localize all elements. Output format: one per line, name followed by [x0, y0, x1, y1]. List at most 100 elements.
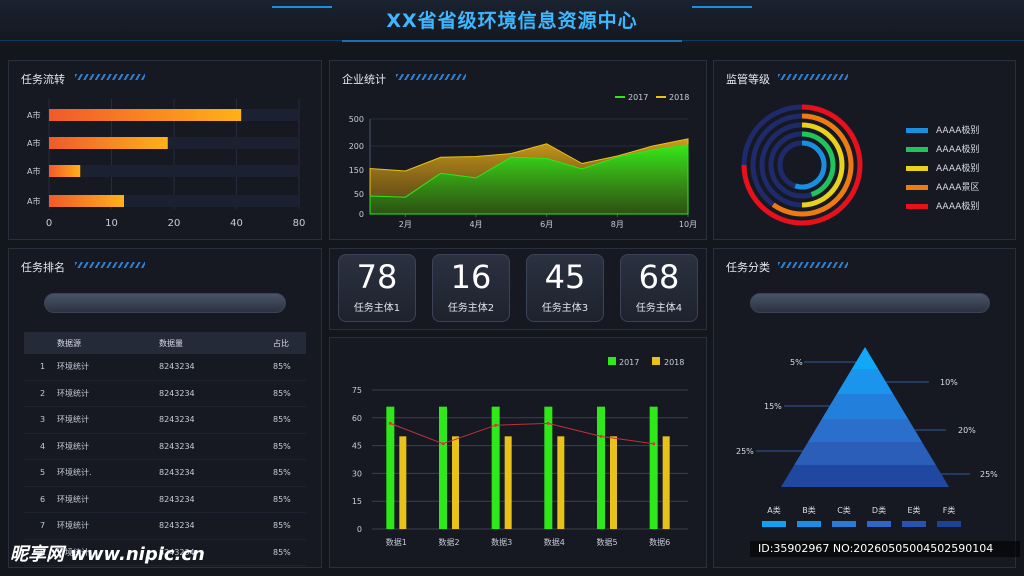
table-row[interactable]: 5 环境统计. 8243234 85% [24, 459, 306, 487]
y-tick-label: 50 [354, 190, 364, 199]
legend-label: 2018 [664, 358, 684, 367]
kpi-label: 任务主体1 [353, 303, 401, 314]
row-ratio: 85% [272, 433, 306, 460]
watermark-id: ID:35902967 NO:20260505004502590104 [750, 541, 1020, 557]
table-row[interactable]: 3 环境统计 8243234 85% [24, 406, 306, 434]
kpi-value: 45 [544, 258, 586, 296]
kpi-value: 16 [450, 258, 492, 296]
row-amount: 8243234 [158, 459, 272, 487]
bar-2017 [649, 406, 658, 529]
kpi-label: 任务主体3 [541, 303, 589, 314]
bar [49, 195, 124, 207]
y-tick-label: 15 [352, 497, 362, 506]
kpi-value: 68 [638, 258, 680, 296]
category-label: A类 [767, 505, 780, 515]
watermark-logo: 昵享网 www.nipic.cn [10, 544, 205, 565]
category-label: B类 [802, 505, 816, 515]
table-row[interactable]: 2 环境统计 8243234 85% [24, 380, 306, 407]
y-tick-label: A市 [27, 196, 40, 206]
trend-point [388, 421, 392, 425]
x-tick-label: 4月 [469, 220, 482, 229]
row-source: 环境统计 [56, 354, 158, 381]
trend-point [652, 442, 656, 446]
row-amount: 8243234 [158, 380, 272, 407]
row-source: 环境统计. [56, 459, 158, 487]
kpi-value: 78 [356, 258, 398, 296]
y-tick-label: 30 [352, 469, 362, 478]
category-swatch [797, 521, 821, 527]
legend-swatch [906, 166, 928, 171]
page-title: XX省省级环境信息资源中心 [386, 10, 638, 32]
column-header-source: 数据源 [56, 332, 158, 354]
y-tick-label: 0 [357, 525, 362, 534]
pyramid-layer [781, 465, 949, 487]
ranking-search-bar[interactable] [44, 293, 286, 313]
row-ratio: 85% [272, 512, 306, 540]
panel-enterprise: 企业统计 0 50 150 200 500 2月 4月 6月 8月 10月 2017 2018 [329, 60, 707, 240]
row-ratio: 85% [272, 380, 306, 407]
table-row[interactable]: 6 环境统计 8243234 85% [24, 486, 306, 513]
trend-point [441, 442, 445, 446]
bar-2018 [662, 436, 670, 529]
kpi-label: 任务主体2 [447, 303, 495, 314]
legend-item: AAAA景区 [906, 180, 979, 193]
bar-2017 [544, 406, 553, 529]
y-tick-label: 45 [352, 442, 362, 451]
row-index: 2 [24, 380, 56, 407]
legend-label: 2017 [628, 93, 648, 102]
row-source: 环境统计 [56, 406, 158, 434]
row-amount: 8243234 [158, 512, 272, 540]
column-header-index [24, 332, 56, 354]
row-ratio: 85% [272, 459, 306, 487]
bar-2017 [439, 406, 447, 529]
y-tick-label: A市 [27, 138, 40, 148]
row-index: 7 [24, 512, 56, 540]
kpi-card[interactable]: 68 任务主体4 [620, 254, 698, 322]
x-tick-label: 6月 [540, 220, 553, 229]
y-tick-label: 60 [352, 414, 362, 423]
bar [49, 109, 242, 121]
row-index: 6 [24, 486, 56, 513]
pyramid-label: 25% [736, 447, 754, 456]
kpi-card[interactable]: 45 任务主体3 [526, 254, 604, 322]
x-tick-label: 数据4 [544, 537, 565, 547]
row-index: 4 [24, 433, 56, 460]
pyramid-layer [794, 442, 936, 465]
x-tick-label: 数据3 [491, 537, 512, 547]
legend-swatch [906, 147, 928, 152]
legend-item: AAAA极别 [906, 161, 979, 174]
row-amount: 8243234 [158, 486, 272, 513]
x-tick-label: 10月 [679, 220, 697, 229]
title-decoration [75, 262, 145, 268]
y-tick-label: A市 [27, 110, 40, 120]
row-source: 环境统计 [56, 486, 158, 513]
area-chart: 0 50 150 200 500 2月 4月 6月 8月 10月 2017 2018 [349, 93, 697, 229]
pyramid-layer [821, 394, 909, 419]
category-label: C类 [837, 505, 851, 515]
table-row[interactable]: 1 环境统计 8243234 85% [24, 354, 306, 381]
pyramid-label: 5% [790, 358, 803, 367]
bar-2018 [504, 436, 512, 529]
kpi-card[interactable]: 16 任务主体2 [432, 254, 510, 322]
table-row[interactable]: 7 环境统计 8243234 85% [24, 512, 306, 540]
bar-2018 [399, 436, 407, 529]
table-row[interactable]: 4 环境统计 8243234 85% [24, 433, 306, 460]
bar-2018 [557, 436, 565, 529]
column-header-ratio: 占比 [272, 332, 306, 354]
x-tick-label: 数据6 [649, 537, 670, 547]
kpi-card[interactable]: 78 任务主体1 [338, 254, 416, 322]
legend-swatch [608, 357, 616, 365]
pyramid-label: 15% [764, 402, 782, 411]
pyramid-layer [836, 369, 894, 394]
y-tick-label: A市 [27, 166, 40, 176]
category-search-bar[interactable] [750, 293, 990, 313]
row-ratio: 85% [272, 354, 306, 381]
x-tick-label: 数据5 [596, 537, 617, 547]
legend-label: AAAA极别 [936, 164, 980, 174]
x-tick-label: 2月 [399, 220, 412, 229]
kpi-label: 任务主体4 [635, 303, 683, 314]
row-index: 1 [24, 354, 56, 381]
x-tick-label: 0 [46, 218, 52, 229]
x-tick-label: 80 [293, 218, 306, 229]
pyramid-layer [851, 347, 879, 369]
